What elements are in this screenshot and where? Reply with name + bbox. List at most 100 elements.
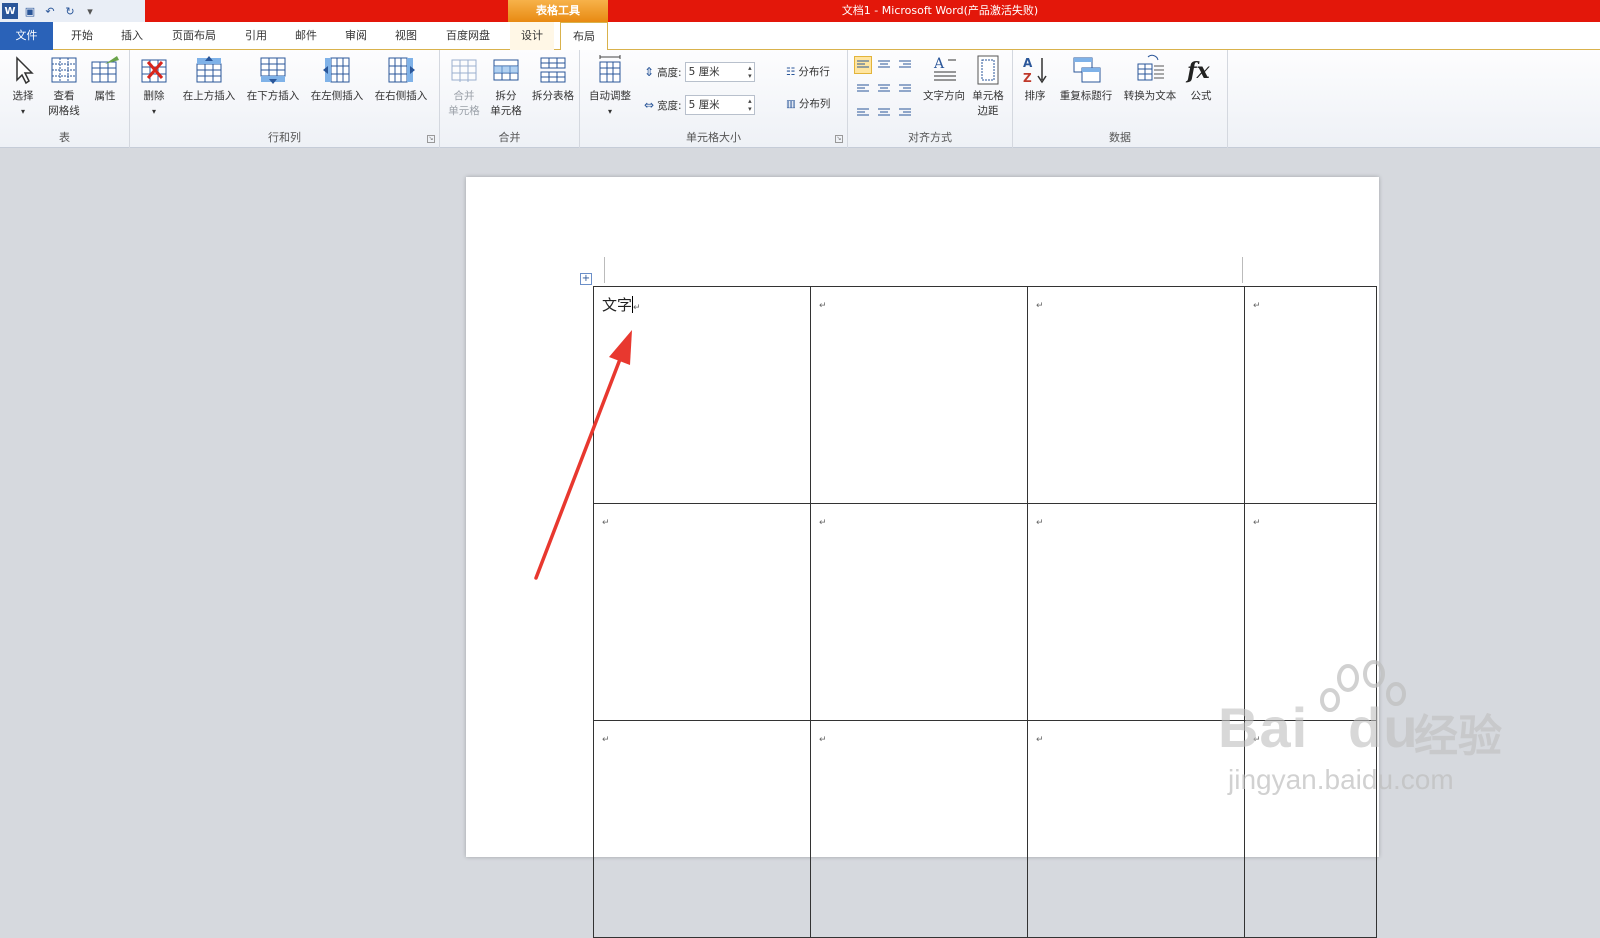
paragraph-mark-icon: ↵ xyxy=(1253,518,1261,528)
merge-group: 合并 单元格 拆分 单元格 拆分表格 合并 xyxy=(440,50,580,148)
insert-below-label: 在下方插入 xyxy=(246,90,300,102)
insert-above-button[interactable]: 在上方插入 xyxy=(178,54,240,104)
distribute-rows-button[interactable]: ☷ 分布行 xyxy=(786,64,830,79)
redo-icon[interactable]: ↻ xyxy=(62,3,78,19)
align-bottom-left-icon[interactable] xyxy=(854,102,872,120)
watermark-brand: Bai du xyxy=(1218,695,1419,760)
watermark-jingyan: 经验 xyxy=(1414,711,1502,762)
tab-file[interactable]: 文件 xyxy=(0,22,53,50)
repeat-header-rows-button[interactable]: 重复标题行 xyxy=(1055,54,1117,104)
table-move-handle-icon[interactable]: + xyxy=(580,273,592,285)
sort-label: 排序 xyxy=(1024,90,1046,102)
height-spinbox[interactable]: 5 厘米 ▴ ▾ xyxy=(684,62,755,82)
merge-label-2: 单元格 xyxy=(448,105,480,117)
tab-baidu-netdisk[interactable]: 百度网盘 xyxy=(438,22,498,50)
width-spin-arrows-icon[interactable]: ▴ ▾ xyxy=(748,97,752,113)
align-top-left-icon[interactable] xyxy=(854,56,872,74)
properties-button[interactable]: 属性 xyxy=(85,54,125,104)
table-tools-context-label: 表格工具 xyxy=(508,0,608,22)
convert-to-text-label: 转换为文本 xyxy=(1123,90,1177,102)
tab-mailings[interactable]: 邮件 xyxy=(288,22,324,50)
tab-insert[interactable]: 插入 xyxy=(114,22,150,50)
cell-size-group-label: 单元格大小 xyxy=(686,131,741,144)
cell-size-group: 自动调整 ▾ ⇕ 高度: 5 厘米 ▴ ▾ ⇔ 宽度: 5 厘米 ▴ ▾ ☷ 分布行 ▥ … xyxy=(580,50,848,148)
merge-group-label: 合并 xyxy=(498,131,521,144)
split-cells-label-2: 单元格 xyxy=(490,105,522,117)
table-cell[interactable]: ↵ xyxy=(810,503,1028,721)
split-table-label: 拆分表格 xyxy=(532,90,574,102)
properties-icon xyxy=(91,56,119,83)
table-cell[interactable]: ↵ xyxy=(810,720,1028,938)
title-bar: W ▣ ↶ ↻ ▾ 表格工具 文档1 - Microsoft Word(产品激活… xyxy=(0,0,1600,22)
customize-qat-icon[interactable]: ▾ xyxy=(82,3,98,19)
select-label: 选择 xyxy=(12,90,34,102)
autofit-button[interactable]: 自动调整 ▾ xyxy=(586,54,634,119)
select-button[interactable]: 选择 ▾ xyxy=(3,54,43,119)
split-table-icon xyxy=(540,57,566,83)
split-table-button[interactable]: 拆分表格 xyxy=(528,54,578,104)
split-cells-button[interactable]: 拆分 单元格 xyxy=(486,54,526,119)
cell-margins-button[interactable]: 单元格 边距 xyxy=(966,54,1010,119)
merge-cells-button[interactable]: 合并 单元格 xyxy=(444,54,484,119)
tab-review[interactable]: 审阅 xyxy=(338,22,374,50)
table-cell[interactable]: ↵ xyxy=(593,720,811,938)
table-row: 文字↵ ↵ ↵ ↵ xyxy=(593,286,1377,504)
table-cell[interactable]: ↵ xyxy=(1027,503,1245,721)
formula-fx-icon: fx xyxy=(1185,58,1210,84)
alignment-buttons xyxy=(854,56,914,120)
table-cell[interactable]: ↵ xyxy=(1027,286,1245,504)
align-top-center-icon[interactable] xyxy=(875,56,893,74)
distribute-rows-label: 分布行 xyxy=(798,66,830,78)
width-label: 宽度: xyxy=(657,99,682,112)
paragraph-mark-icon: ↵ xyxy=(633,303,641,313)
tab-layout[interactable]: 布局 xyxy=(560,22,608,51)
align-bottom-center-icon[interactable] xyxy=(875,102,893,120)
paragraph-mark-icon: ↵ xyxy=(819,735,827,745)
align-middle-left-icon[interactable] xyxy=(854,79,872,97)
sort-button[interactable]: AZ 排序 xyxy=(1017,54,1053,104)
text-direction-button[interactable]: A 文字方向 xyxy=(920,54,968,104)
tab-view[interactable]: 视图 xyxy=(388,22,424,50)
table-cell[interactable]: 文字↵ xyxy=(593,286,811,504)
tab-references[interactable]: 引用 xyxy=(238,22,274,50)
distribute-columns-icon: ▥ xyxy=(786,97,796,110)
svg-text:A: A xyxy=(933,56,945,72)
view-gridlines-button[interactable]: 查看 网格线 xyxy=(44,54,84,119)
table-cell[interactable]: ↵ xyxy=(1244,286,1377,504)
table-cell[interactable]: ↵ xyxy=(810,286,1028,504)
formula-button[interactable]: fx 公式 xyxy=(1181,54,1221,104)
distribute-rows-icon: ☷ xyxy=(786,65,796,78)
undo-icon[interactable]: ↶ xyxy=(42,3,58,19)
insert-left-button[interactable]: 在左侧插入 xyxy=(306,54,368,104)
insert-right-button[interactable]: 在右侧插入 xyxy=(370,54,432,104)
svg-text:A: A xyxy=(1023,56,1033,70)
tab-design[interactable]: 设计 xyxy=(510,22,554,50)
data-group: AZ 排序 重复标题行 转换为文本 fx 公式 数据 xyxy=(1013,50,1228,148)
document-table[interactable]: 文字↵ ↵ ↵ ↵ ↵ ↵ ↵ ↵ ↵ ↵ ↵ ↵ xyxy=(593,286,1377,938)
tab-page-layout[interactable]: 页面布局 xyxy=(164,22,224,50)
insert-below-button[interactable]: 在下方插入 xyxy=(242,54,304,104)
rows-columns-launcher-icon[interactable]: ↘ xyxy=(427,135,435,143)
watermark-brand-part1: Bai xyxy=(1218,696,1309,759)
align-bottom-right-icon[interactable] xyxy=(896,102,914,120)
rows-columns-group-label: 行和列 xyxy=(268,131,301,144)
delete-button[interactable]: 删除 ▾ xyxy=(134,54,174,119)
distribute-columns-button[interactable]: ▥ 分布列 xyxy=(786,96,830,111)
cell-margins-icon xyxy=(977,55,999,85)
convert-to-text-button[interactable]: 转换为文本 xyxy=(1119,54,1181,104)
word-app-icon[interactable]: W xyxy=(2,3,18,19)
cell-size-launcher-icon[interactable]: ↘ xyxy=(835,135,843,143)
table-cell[interactable]: ↵ xyxy=(593,503,811,721)
table-cell[interactable]: ↵ xyxy=(1027,720,1245,938)
split-cells-icon xyxy=(493,59,519,81)
paragraph-mark-icon: ↵ xyxy=(602,518,610,528)
width-spinbox[interactable]: 5 厘米 ▴ ▾ xyxy=(684,95,755,115)
align-middle-center-icon[interactable] xyxy=(875,79,893,97)
width-value: 5 厘米 xyxy=(688,99,720,111)
align-top-right-icon[interactable] xyxy=(896,56,914,74)
align-middle-right-icon[interactable] xyxy=(896,79,914,97)
height-spin-arrows-icon[interactable]: ▴ ▾ xyxy=(748,64,752,80)
tab-home[interactable]: 开始 xyxy=(64,22,100,50)
save-icon[interactable]: ▣ xyxy=(22,3,38,19)
cell-margins-label-2: 边距 xyxy=(977,105,999,117)
